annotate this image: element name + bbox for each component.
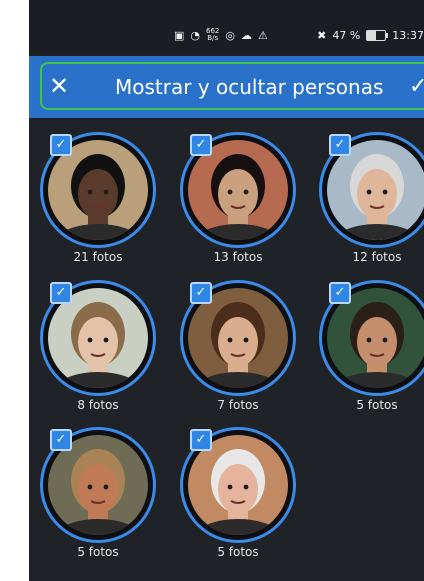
wifi-icon: ◔ [190,28,201,42]
selected-checkbox[interactable]: ✓ [190,282,212,304]
photo-count-label: 21 fotos [73,250,123,264]
person-card[interactable]: ✓ 21 fotos [40,132,158,272]
person-card[interactable]: ✓ 12 fotos [319,132,424,272]
person-card[interactable]: ✓ 7 fotos [180,280,298,420]
mute-icon: ✖ [317,29,327,42]
photo-count-label: 13 fotos [213,250,263,264]
status-bar: ▣ ◔ 662 B/s ◎ ☁ ⚠ ✖ 47 % 13:37 [29,0,424,54]
photo-count-label: 5 fotos [356,398,398,412]
page-title: Mostrar y ocultar personas [115,75,384,99]
person-card[interactable]: ✓ 8 fotos [40,280,158,420]
photo-count-label: 12 fotos [352,250,402,264]
close-button[interactable]: ✕ [47,74,71,98]
battery-icon [366,30,389,41]
status-icons: ▣ ◔ 662 B/s ◎ ☁ ⚠ [174,28,268,42]
speed-unit: B/s [207,34,219,42]
person-card[interactable]: ✓ 13 fotos [180,132,298,272]
person-card[interactable]: ✓ 5 fotos [40,427,158,567]
status-right: ✖ 47 % 13:37 [317,29,424,42]
warning-icon: ⚠ [258,28,268,42]
person-card[interactable]: ✓ 5 fotos [319,280,424,420]
photo-count-label: 5 fotos [77,545,119,559]
confirm-button[interactable]: ✓ [409,74,424,100]
selected-checkbox[interactable]: ✓ [329,134,351,156]
clock: 13:37 [392,29,424,42]
photo-count-label: 7 fotos [217,398,259,412]
selected-checkbox[interactable]: ✓ [190,134,212,156]
network-speed: 662 B/s [206,28,219,42]
photo-count-label: 8 fotos [77,398,119,412]
selected-checkbox[interactable]: ✓ [50,134,72,156]
battery-percent: 47 % [332,29,361,42]
cloud-icon: ☁ [241,28,252,42]
selected-checkbox[interactable]: ✓ [50,429,72,451]
photo-count-label: 5 fotos [217,545,259,559]
nfc-icon: ▣ [174,28,185,42]
person-card[interactable]: ✓ 5 fotos [180,427,298,567]
instagram-icon: ◎ [225,28,235,42]
selected-checkbox[interactable]: ✓ [329,282,351,304]
phone-screen: ▣ ◔ 662 B/s ◎ ☁ ⚠ ✖ 47 % 13:37 ✕ Mostrar… [29,0,424,581]
selected-checkbox[interactable]: ✓ [190,429,212,451]
selected-checkbox[interactable]: ✓ [50,282,72,304]
